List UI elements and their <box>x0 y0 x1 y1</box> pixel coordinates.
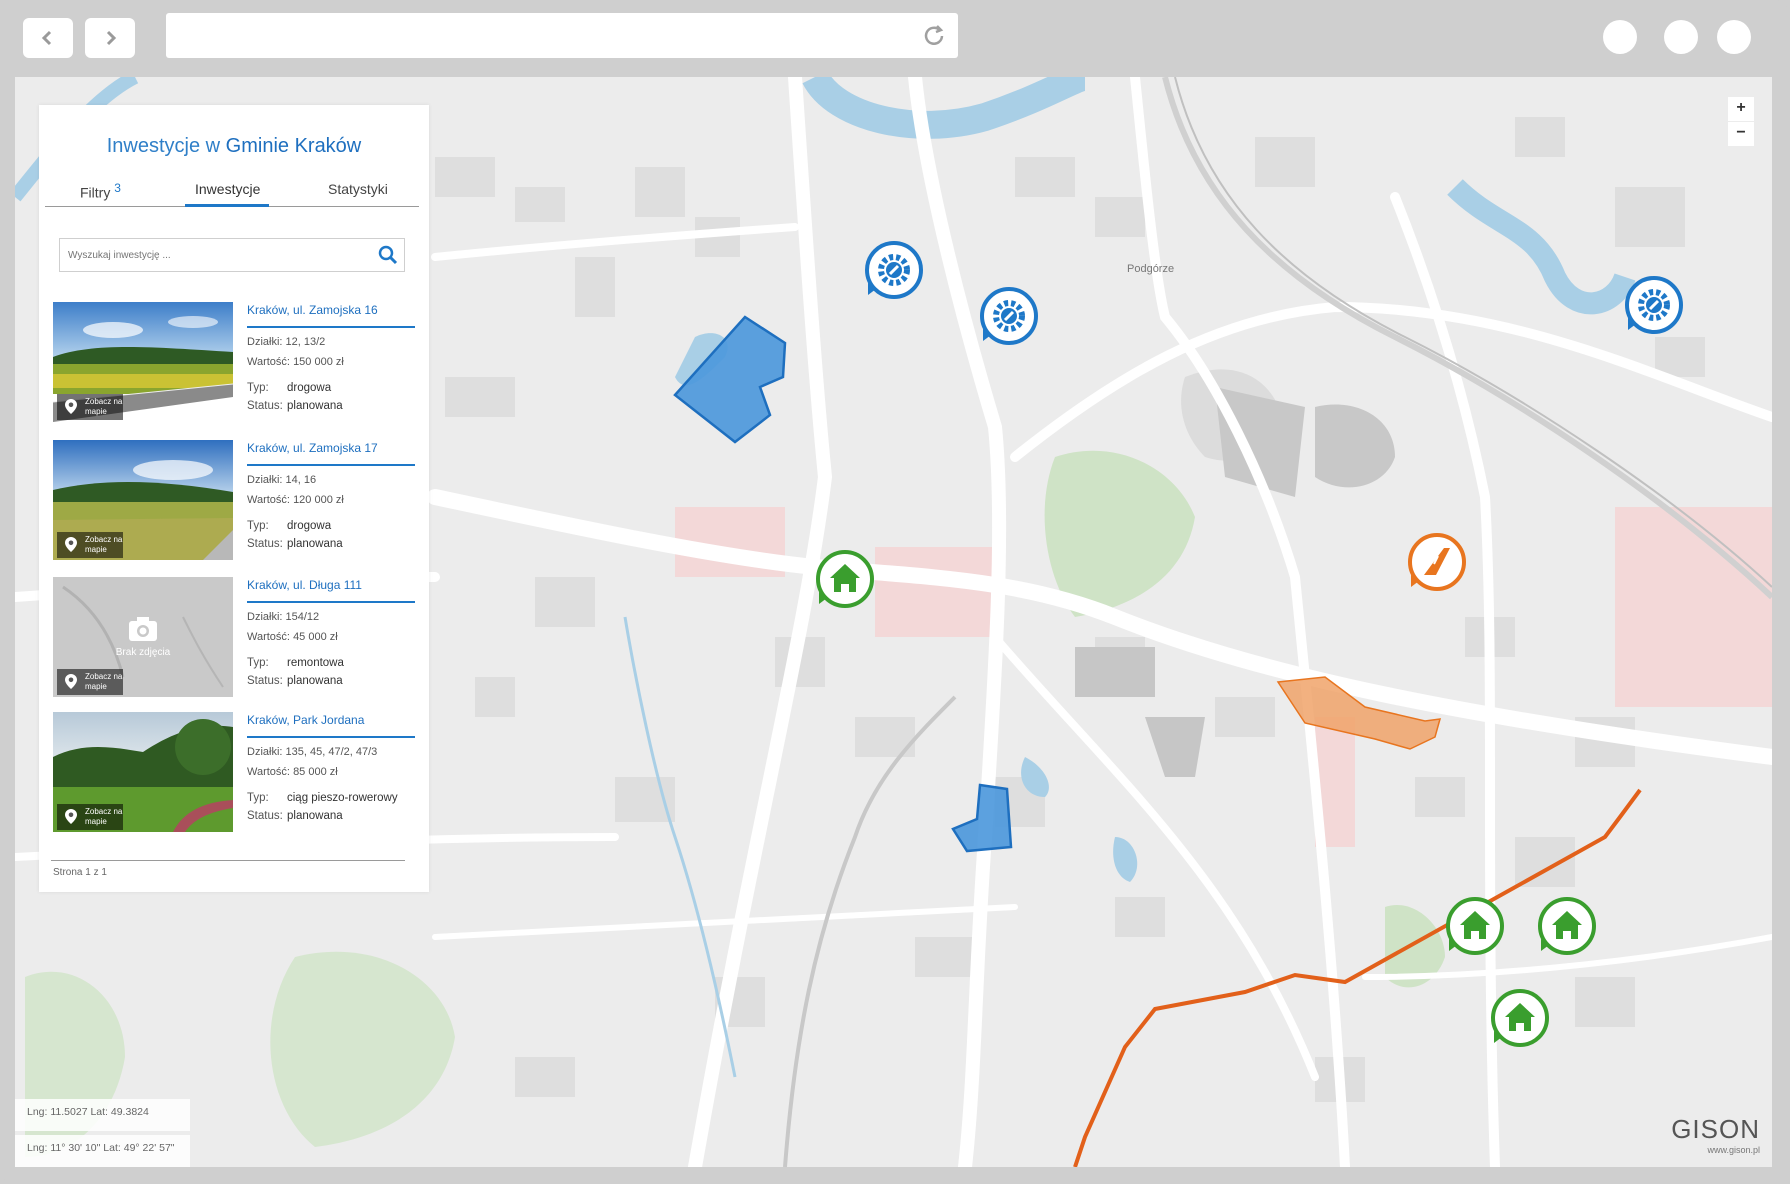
forward-button[interactable] <box>85 18 135 58</box>
see-on-map-button[interactable]: Zobacz na mapie <box>57 532 123 558</box>
no-photo-label: Brak zdjęcia <box>115 647 171 658</box>
investment-area-2[interactable] <box>951 783 1013 853</box>
panel-title: Inwestycje w Gminie Kraków <box>106 135 362 157</box>
see-on-map-button[interactable]: Zobacz na mapie <box>57 394 123 420</box>
item-status: planowana <box>287 538 343 550</box>
coords-dms: Lng: 11° 30' 10" Lat: 49° 22' 57" <box>15 1135 190 1167</box>
list-item[interactable]: Zobacz na mapie Kraków, Park Jordana Dzi… <box>53 712 415 832</box>
search-box <box>59 238 405 272</box>
zoom-in-button[interactable]: + <box>1728 97 1754 121</box>
zoom-out-button[interactable]: − <box>1728 122 1754 146</box>
marker-housing-2[interactable] <box>1444 895 1506 957</box>
window-control-1[interactable] <box>1603 20 1637 54</box>
chevron-left-icon <box>41 30 52 46</box>
brand-name: GISON <box>1671 1114 1760 1144</box>
item-info: Kraków, ul. Zamojska 17 Działki: 14, 16 … <box>247 440 415 556</box>
see-on-map-button[interactable]: Zobacz na mapie <box>57 669 123 695</box>
item-wartosc: 45 000 zł <box>293 631 338 643</box>
marker-housing-4[interactable] <box>1489 987 1551 1049</box>
panel-tabs: Filtry 3 Inwestycje Statystyki <box>45 171 419 207</box>
window-control-3[interactable] <box>1717 20 1751 54</box>
brand-logo[interactable]: GISON www.gison.pl <box>1671 1114 1760 1155</box>
item-typ: ciąg pieszo-rowerowy <box>287 792 398 804</box>
item-title[interactable]: Kraków, ul. Zamojska 17 <box>247 440 415 466</box>
item-dzialki: 135, 45, 47/2, 47/3 <box>285 746 378 758</box>
map-pin-icon <box>65 537 77 552</box>
list-item[interactable]: Zobacz na mapie Kraków, ul. Zamojska 17 … <box>53 440 415 560</box>
item-title[interactable]: Kraków, Park Jordana <box>247 712 415 738</box>
item-title[interactable]: Kraków, ul. Długa 111 <box>247 577 415 603</box>
filter-count-badge: 3 <box>114 181 121 195</box>
list-item[interactable]: Brak zdjęcia Zobacz na mapie Kraków, ul.… <box>53 577 415 697</box>
item-typ: drogowa <box>287 520 332 532</box>
item-wartosc: 150 000 zł <box>293 356 344 368</box>
item-dzialki: 154/12 <box>285 611 320 623</box>
item-title[interactable]: Kraków, ul. Zamojska 16 <box>247 302 415 328</box>
investments-panel: Inwestycje w Gminie Kraków Filtry 3 Inwe… <box>39 105 429 892</box>
item-dzialki: 12, 13/2 <box>285 336 326 348</box>
coords-decimal: Lng: 11.5027 Lat: 49.3824 <box>15 1099 190 1131</box>
reload-icon[interactable] <box>920 22 948 50</box>
back-button[interactable] <box>23 18 73 58</box>
item-info: Kraków, ul. Zamojska 16 Działki: 12, 13/… <box>247 302 415 418</box>
item-info: Kraków, Park Jordana Działki: 135, 45, 4… <box>247 712 415 828</box>
address-bar[interactable] <box>166 13 958 58</box>
tab-filtry[interactable]: Filtry 3 <box>80 181 121 201</box>
marker-housing-1[interactable] <box>814 548 876 610</box>
item-typ: remontowa <box>287 657 344 669</box>
brand-url: www.gison.pl <box>1707 1145 1760 1155</box>
item-wartosc: 120 000 zł <box>293 494 344 506</box>
list-item[interactable]: Zobacz na mapie Kraków, ul. Zamojska 16 … <box>53 302 415 422</box>
active-tab-indicator <box>185 204 269 207</box>
map-pin-icon <box>65 674 77 689</box>
item-status: planowana <box>287 810 343 822</box>
marker-infrastructure-3[interactable] <box>1623 274 1685 336</box>
marker-infrastructure-2[interactable] <box>978 285 1040 347</box>
search-input[interactable] <box>60 239 360 271</box>
window-control-2[interactable] <box>1664 20 1698 54</box>
marker-road[interactable] <box>1406 531 1468 593</box>
item-wartosc: 85 000 zł <box>293 766 338 778</box>
place-label: Podgórze <box>1127 263 1174 275</box>
marker-infrastructure-1[interactable] <box>863 239 925 301</box>
investment-area-1[interactable] <box>673 315 787 444</box>
marker-housing-3[interactable] <box>1536 895 1598 957</box>
chevron-right-icon <box>106 30 117 46</box>
map-pin-icon <box>65 399 77 414</box>
item-dzialki: 14, 16 <box>285 474 317 486</box>
tab-inwestycje[interactable]: Inwestycje <box>195 181 260 197</box>
pager-divider <box>51 860 405 861</box>
map-viewport[interactable]: Podgórze + − Lng: 11.5027 Lat: 49.3824 L… <box>15 77 1772 1167</box>
pager-label: Strona 1 z 1 <box>53 867 107 878</box>
browser-window: Podgórze + − Lng: 11.5027 Lat: 49.3824 L… <box>0 0 1790 1184</box>
item-info: Kraków, ul. Długa 111 Działki: 154/12 Wa… <box>247 577 415 693</box>
tab-statystyki[interactable]: Statystyki <box>328 181 388 197</box>
search-icon[interactable] <box>378 245 398 265</box>
item-status: planowana <box>287 400 343 412</box>
see-on-map-button[interactable]: Zobacz na mapie <box>57 804 123 830</box>
item-typ: drogowa <box>287 382 332 394</box>
item-status: planowana <box>287 675 343 687</box>
map-pin-icon <box>65 809 77 824</box>
